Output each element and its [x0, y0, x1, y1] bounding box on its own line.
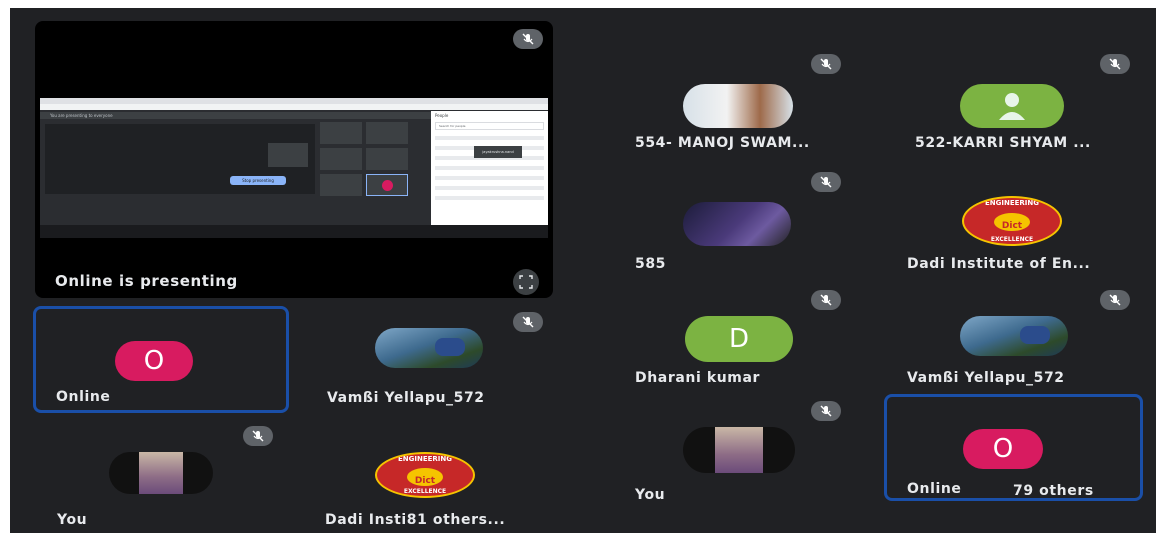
shared-tile-3 [320, 148, 362, 170]
avatar [109, 452, 213, 494]
tile-585[interactable]: 585 [615, 168, 880, 272]
mic-off-icon [243, 426, 273, 446]
shared-tile-1 [320, 122, 362, 144]
logo-center: Dict [407, 468, 443, 486]
mic-off-icon [811, 172, 841, 192]
hover-popup: jayakrushna.nand [474, 146, 522, 158]
participant-name: 585 [635, 256, 667, 272]
presenting-bar: You are presenting to everyone [40, 112, 440, 119]
shared-tile-avatar [382, 180, 393, 191]
avatar-figure [1020, 326, 1050, 344]
people-row [435, 186, 544, 190]
tile-dharani[interactable]: D Dharani kumar [615, 286, 880, 386]
avatar [683, 427, 795, 473]
logo-top-text: ENGINEERING [397, 455, 452, 463]
browser-bookmarks [40, 104, 548, 110]
logo-mid-text: Dict [1001, 221, 1023, 231]
logo-mid-text: Dict [414, 476, 436, 486]
tile-manoj[interactable]: 554- MANOJ SWAM... [615, 48, 880, 151]
participant-name: 554- MANOJ SWAM... [635, 135, 810, 151]
presenting-bar-text: You are presenting to everyone [50, 113, 113, 118]
participant-name: Dadi Institute of En... [907, 256, 1091, 272]
mic-off-icon [811, 290, 841, 310]
shared-tile-5 [320, 174, 362, 196]
people-row [435, 176, 544, 180]
shared-screen: You are presenting to everyone Stop pres… [40, 98, 548, 238]
avatar [683, 84, 793, 128]
shared-tile-4 [366, 148, 408, 170]
participant-name: Dharani kumar [635, 370, 761, 386]
logo-bottom-text: EXCELLENCE [990, 236, 1034, 243]
avatar-photo [715, 427, 763, 473]
mic-off-icon [1100, 290, 1130, 310]
fullscreen-icon[interactable] [513, 269, 539, 295]
participant-name: Vamßi Yellapu_572 [327, 390, 485, 406]
avatar-photo [139, 452, 183, 494]
institute-logo: ENGINEERING Dict EXCELLENCE [962, 196, 1062, 246]
tile-vamsi-2[interactable]: Vamßi Yellapu_572 [890, 286, 1156, 386]
stop-presenting-button: Stop presenting [230, 176, 286, 185]
taskbar [40, 225, 548, 238]
logo-center: Dict [994, 213, 1030, 231]
mic-off-icon [811, 401, 841, 421]
participant-name: Vamßi Yellapu_572 [907, 370, 1065, 386]
tile-dadi-1[interactable]: ENGINEERING Dict EXCELLENCE Dadi Insti81… [305, 426, 553, 533]
avatar: O [115, 341, 193, 381]
mic-off-icon [513, 312, 543, 332]
mic-off-icon [1100, 54, 1130, 74]
tile-online-others[interactable]: O Online 79 others [884, 394, 1143, 501]
others-overlay: 81 others [406, 512, 488, 528]
avatar: O [963, 429, 1043, 469]
people-row [435, 166, 544, 170]
avatar [683, 202, 791, 246]
participant-name: Online [56, 389, 111, 405]
person-icon [960, 84, 1064, 128]
tile-karri[interactable]: 522-KARRI SHYAM ... [890, 48, 1156, 151]
mic-off-icon [811, 54, 841, 74]
participant-name: Dadi Insti81 others... [325, 512, 505, 528]
presentation-tile[interactable]: You are presenting to everyone Stop pres… [35, 21, 553, 298]
stop-presenting-label: Stop presenting [242, 178, 274, 183]
participant-name: 522-KARRI SHYAM ... [915, 135, 1091, 151]
people-row [435, 196, 544, 200]
tile-dadi-2[interactable]: ENGINEERING Dict EXCELLENCE Dadi Institu… [890, 168, 1156, 272]
mic-off-icon [513, 29, 543, 49]
meeting-grid: You are presenting to everyone Stop pres… [10, 8, 1156, 533]
hover-popup-text: jayakrushna.nand [482, 150, 514, 154]
tile-you-1[interactable]: You [33, 426, 289, 533]
participant-name: Online [907, 481, 962, 497]
people-search: Search for people [435, 122, 544, 130]
tile-online-active[interactable]: O Online [33, 306, 289, 413]
participant-name: You [635, 487, 666, 503]
avatar [960, 316, 1068, 356]
logo-top-text: ENGINEERING [984, 199, 1039, 207]
people-row [435, 136, 544, 140]
others-count[interactable]: 79 others [1013, 483, 1094, 499]
tile-you-2[interactable]: You [615, 401, 880, 505]
tile-vamsi-1[interactable]: Vamßi Yellapu_572 [305, 306, 553, 413]
presentation-caption: Online is presenting [55, 272, 238, 290]
avatar-figure [435, 338, 465, 356]
name-ellipsis: ... [487, 512, 506, 528]
shared-thumb [268, 143, 308, 167]
avatar [375, 328, 483, 368]
institute-logo: ENGINEERING Dict EXCELLENCE [375, 452, 475, 498]
shared-tile-6 [366, 174, 408, 196]
logo-bottom-text: EXCELLENCE [403, 488, 447, 495]
participant-name-part: Dadi Insti [325, 512, 407, 528]
participant-name: You [57, 512, 88, 528]
avatar: D [685, 316, 793, 362]
shared-tile-2 [366, 122, 408, 144]
people-panel: People Search for people [431, 111, 548, 225]
people-title: People [435, 113, 449, 118]
